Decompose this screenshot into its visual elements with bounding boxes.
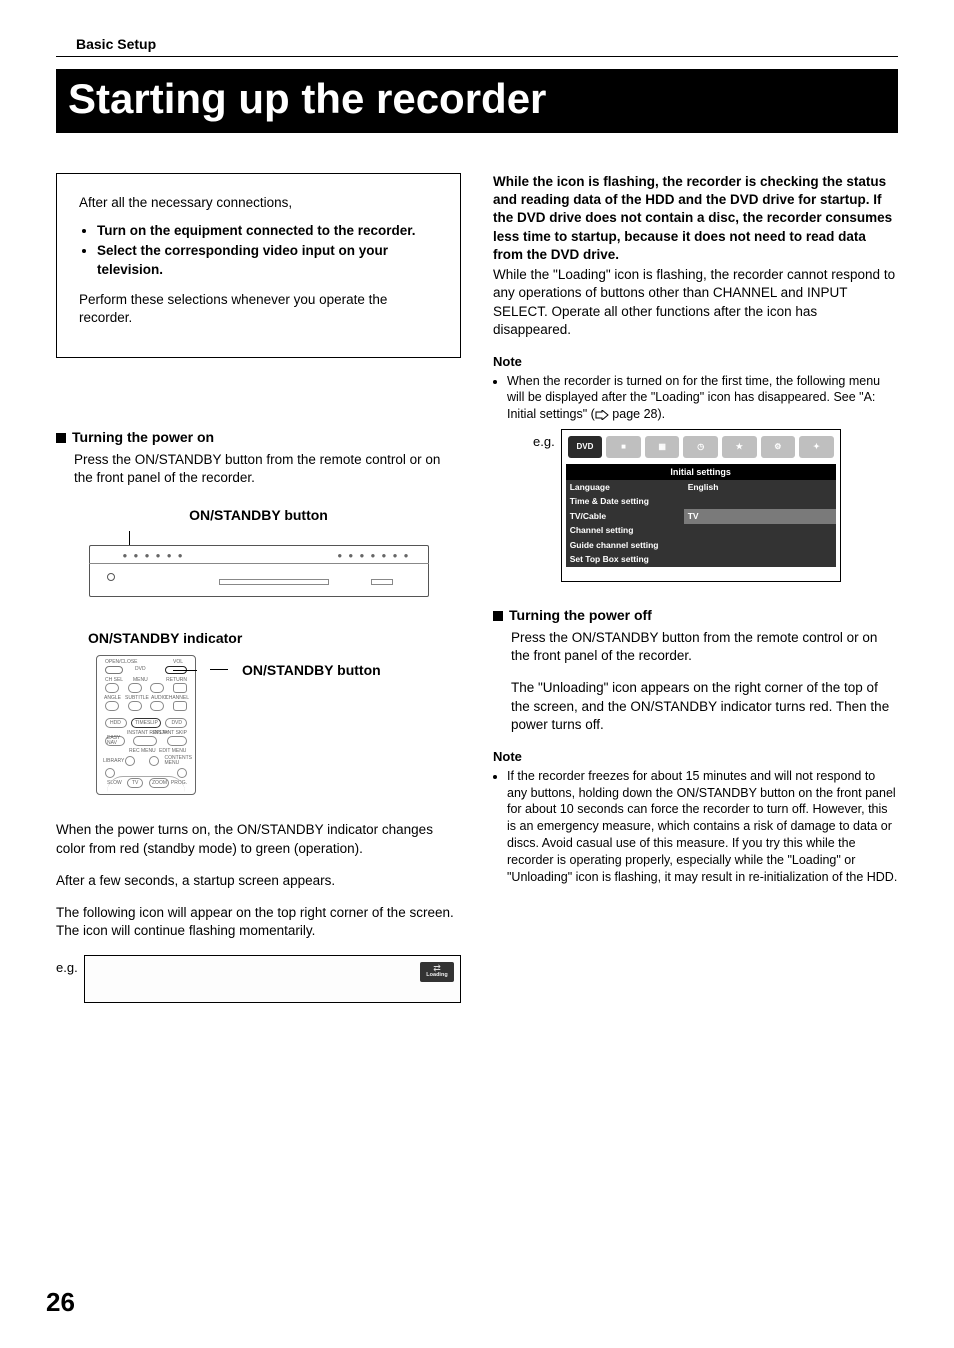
- menu-icon: ◷: [683, 436, 718, 458]
- menu-row: Channel setting: [566, 524, 836, 538]
- unloading-paragraph: The "Unloading" icon appears on the righ…: [511, 679, 898, 734]
- menu-title: Initial settings: [566, 464, 836, 480]
- menu-row-value: [684, 495, 836, 509]
- remote-label: EDIT MENU: [159, 748, 186, 755]
- menu-row: TV/CableTV: [566, 509, 836, 523]
- left-column: After all the necessary connections, Tur…: [56, 173, 461, 1103]
- page-title: Starting up the recorder: [56, 69, 898, 133]
- section-heading-power-off: Turning the power off: [493, 606, 898, 625]
- remote-label: HDD: [110, 720, 121, 727]
- menu-icon: DVD: [568, 436, 603, 458]
- menu-icon: ✦: [799, 436, 834, 458]
- menu-row-label: Time & Date setting: [566, 495, 684, 509]
- menu-icon: ★: [722, 436, 757, 458]
- menu-row-value: [684, 524, 836, 538]
- intro-tail: Perform these selections whenever you op…: [79, 291, 438, 327]
- bullet-square-icon: [493, 611, 503, 621]
- onstandby-button-label: ON/STANDBY button: [56, 506, 461, 525]
- loading-text: Loading: [426, 972, 447, 979]
- initial-settings-figure: DVD ■ ▦ ◷ ★ ⚙ ✦ Initial settings Languag…: [561, 429, 841, 582]
- menu-row-label: Guide channel setting: [566, 538, 684, 552]
- menu-row-value: English: [684, 480, 836, 494]
- eg-label: e.g.: [533, 433, 555, 451]
- note-text-a: When the recorder is turned on for the f…: [507, 374, 880, 422]
- note-heading: Note: [493, 353, 898, 371]
- power-off-body: Press the ON/STANDBY button from the rem…: [511, 629, 898, 665]
- menu-icon: ▦: [645, 436, 680, 458]
- remote-label: REC MENU: [129, 748, 156, 755]
- remote-label: VOL: [173, 659, 183, 666]
- menu-row-label: Set Top Box setting: [566, 553, 684, 567]
- menu-row-value: TV: [684, 509, 836, 523]
- flash-body-paragraph: While the "Loading" icon is flashing, th…: [493, 266, 898, 339]
- loading-screen-figure: ⇄ Loading: [84, 955, 461, 1003]
- menu-row: Time & Date setting: [566, 495, 836, 509]
- section-heading-text: Turning the power off: [509, 606, 652, 625]
- eg-label: e.g.: [56, 959, 78, 977]
- icon-paragraph: The following icon will appear on the to…: [56, 904, 461, 940]
- menu-row-value: [684, 553, 836, 567]
- menu-icon-row: DVD ■ ▦ ◷ ★ ⚙ ✦: [566, 434, 836, 464]
- menu-row: LanguageEnglish: [566, 480, 836, 494]
- remote-label: DVD: [135, 666, 146, 673]
- menu-row-label: TV/Cable: [566, 509, 684, 523]
- menu-row-label: Channel setting: [566, 524, 684, 538]
- indicator-paragraph: When the power turns on, the ON/STANDBY …: [56, 821, 461, 857]
- menu-row: Set Top Box setting: [566, 553, 836, 567]
- remote-onstandby-label: ON/STANDBY button: [242, 661, 381, 680]
- power-button-icon: [107, 573, 115, 581]
- remote-label: LIBRARY: [103, 758, 124, 765]
- intro-bullet: Select the corresponding video input on …: [97, 242, 438, 278]
- page-number: 26: [46, 1287, 75, 1318]
- note-item: If the recorder freezes for about 15 min…: [507, 768, 898, 886]
- power-on-body: Press the ON/STANDBY button from the rem…: [74, 451, 461, 487]
- intro-box: After all the necessary connections, Tur…: [56, 173, 461, 358]
- loading-icon: ⇄ Loading: [420, 962, 454, 982]
- menu-icon: ⚙: [761, 436, 796, 458]
- note-text-b: page 28).: [609, 407, 665, 421]
- menu-row-label: Language: [566, 480, 684, 494]
- note-heading: Note: [493, 748, 898, 766]
- right-column: While the icon is flashing, the recorder…: [493, 173, 898, 1103]
- onstandby-indicator-label: ON/STANDBY indicator: [88, 629, 461, 648]
- recorder-front-figure: ● ● ● ● ● ● ● ● ● ● ● ● ●: [89, 531, 429, 611]
- section-heading-text: Turning the power on: [72, 428, 214, 447]
- menu-row-value: [684, 538, 836, 552]
- page-arrow-icon: [595, 410, 609, 420]
- remote-label: DVD: [171, 720, 182, 727]
- intro-lead: After all the necessary connections,: [79, 194, 438, 212]
- remote-label: TIMESLIP: [135, 720, 158, 727]
- startup-paragraph: After a few seconds, a startup screen ap…: [56, 872, 461, 890]
- menu-icon: ■: [606, 436, 641, 458]
- menu-row: Guide channel setting: [566, 538, 836, 552]
- flash-bold-paragraph: While the icon is flashing, the recorder…: [493, 174, 892, 262]
- remote-figure: OPEN/CLOSE DVD VOL CH SEL MENU RETURN AN…: [96, 655, 196, 795]
- section-heading-power-on: Turning the power on: [56, 428, 461, 447]
- breadcrumb: Basic Setup: [56, 36, 898, 57]
- note-item: When the recorder is turned on for the f…: [507, 373, 898, 424]
- bullet-square-icon: [56, 433, 66, 443]
- remote-label: OPEN/CLOSE: [105, 659, 138, 666]
- intro-bullet: Turn on the equipment connected to the r…: [97, 222, 438, 240]
